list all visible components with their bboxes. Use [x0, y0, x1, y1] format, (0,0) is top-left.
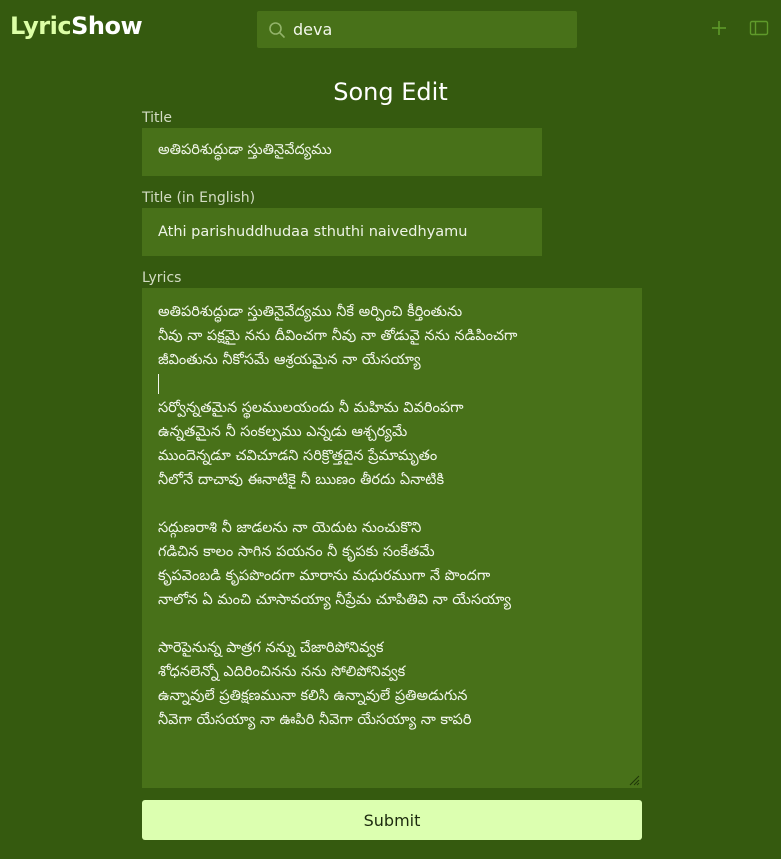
plus-icon[interactable] [708, 17, 730, 39]
lyrics-line: జీవింతును నీకోసమే ఆశ్రయమైన నా యేసయ్యా [158, 352, 421, 368]
title-english-input[interactable] [142, 208, 542, 256]
logo-part-1: Lyric [10, 12, 72, 40]
lyrics-line-blank [158, 612, 626, 636]
title-english-label: Title (in English) [142, 190, 256, 206]
lyrics-line: నీవెగా యేసయ్యా నా ఊపిరి నీవెగా యేసయ్యా న… [158, 712, 472, 728]
app-logo[interactable]: LyricShow [10, 12, 143, 40]
resize-grip-icon[interactable] [628, 774, 640, 786]
submit-button[interactable]: Submit [142, 800, 642, 840]
logo-part-2: Show [71, 12, 143, 40]
sidebar-toggle-icon[interactable] [748, 17, 770, 39]
lyrics-line: అతిపరిశుద్ధుడా స్తుతినైవేద్యము నీకే అర్ప… [158, 304, 463, 320]
lyrics-line-blank [158, 372, 626, 396]
lyrics-textarea[interactable]: అతిపరిశుద్ధుడా స్తుతినైవేద్యము నీకే అర్ప… [142, 288, 642, 788]
lyrics-label: Lyrics [142, 270, 182, 286]
lyrics-line: శోధనలెన్నో ఎదిరించినను నను సోలిపోనివ్వక [158, 664, 406, 680]
title-input[interactable] [142, 128, 542, 176]
lyrics-line: సారెపైనున్న పాత్రగ నన్ను చేజారిపోనివ్వక [158, 640, 384, 656]
title-label: Title [142, 110, 173, 126]
lyrics-line: సద్గుణరాశి నీ జాడలను నా యెదుట నుంచుకొని [158, 520, 422, 536]
lyrics-line: ఉన్నావులే ప్రతిక్షణమునా కలిసి ఉన్నావులే … [158, 688, 468, 704]
lyrics-line: నీవు నా పక్షమై నను దీవించగా నీవు నా తోడు… [158, 328, 518, 344]
lyrics-line: గడిచిన కాలం సాగిన పయనం నీ కృపకు సంకేతమే [158, 544, 435, 560]
lyrics-line: ముందెన్నడూ చవిచూడని సరిక్రొత్తదైన ప్రేమా… [158, 448, 438, 464]
top-bar: LyricShow [0, 0, 781, 58]
lyrics-line-blank [158, 492, 626, 516]
lyrics-line: ఉన్నతమైన నీ సంకల్పము ఎన్నడు ఆశ్చర్యమే [158, 424, 408, 440]
text-cursor [158, 374, 159, 394]
lyrics-line: నాలోన ఏ మంచి చూసావయ్యా నీప్రేమ చూపితివి … [158, 592, 512, 608]
search-input[interactable] [293, 11, 563, 48]
lyrics-line: నీలోనే దాచావు ఈనాటికై నీ ఋణం తీరదు ఏనాటి… [158, 472, 445, 488]
lyrics-line: సర్వోన్నతమైన స్థలములయందు నీ మహిమ వివరింప… [158, 400, 464, 416]
search-icon [269, 22, 285, 38]
search-box [257, 11, 577, 48]
page-title: Song Edit [333, 78, 448, 106]
lyrics-line: కృపవెంబడి కృపపొందగా మారాను మధురముగా నే ప… [158, 568, 491, 584]
